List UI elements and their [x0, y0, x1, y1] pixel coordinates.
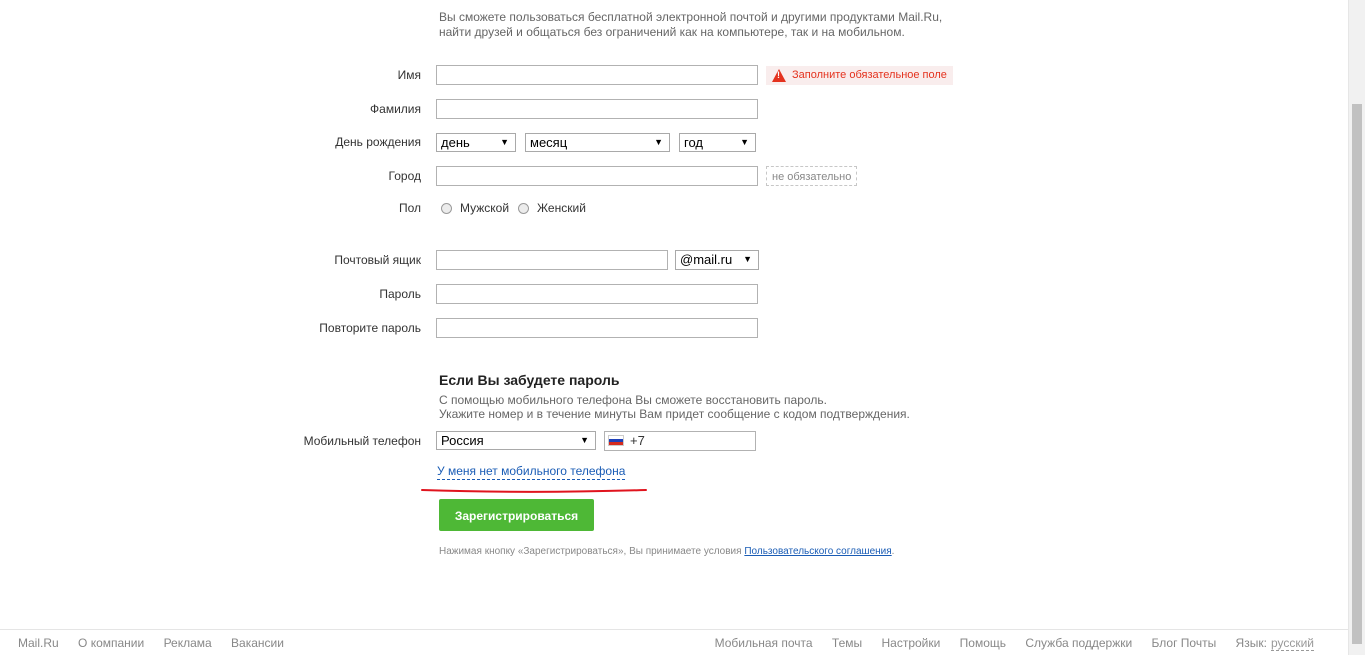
dropdown-arrow-icon: ▼: [580, 435, 589, 445]
birthday-month-value: месяц: [530, 135, 568, 150]
footer-link-mobile-mail[interactable]: Мобильная почта: [715, 636, 813, 650]
footer-link-themes[interactable]: Темы: [832, 636, 862, 650]
red-underline-annotation: [421, 489, 647, 493]
language-value[interactable]: русский: [1270, 636, 1314, 651]
no-mobile-phone-link[interactable]: У меня нет мобильного телефона: [437, 464, 626, 480]
city-optional-hint: не обязательно: [766, 166, 858, 186]
last-name-input[interactable]: [436, 99, 758, 119]
footer-link-ads[interactable]: Реклама: [164, 636, 212, 650]
gender-male-label[interactable]: Мужской: [460, 201, 509, 215]
user-agreement-link[interactable]: Пользовательского соглашения: [744, 546, 891, 557]
mobile-phone-label: Мобильный телефон: [303, 434, 421, 448]
city-input[interactable]: [436, 166, 758, 186]
dropdown-arrow-icon: ▼: [654, 137, 663, 147]
gender-female-radio[interactable]: [518, 203, 529, 214]
dropdown-arrow-icon: ▼: [500, 137, 509, 147]
phone-input[interactable]: [604, 431, 756, 451]
footer-right-links: Мобильная почта Темы Настройки Помощь Сл…: [715, 636, 1330, 651]
terms-text: Нажимая кнопку «Зарегистрироваться», Вы …: [439, 546, 894, 557]
intro-text: Вы сможете пользоваться бесплатной элект…: [439, 10, 942, 40]
birthday-label: День рождения: [335, 135, 421, 149]
first-name-error-text: Заполните обязательное поле: [792, 69, 947, 81]
scrollbar-thumb[interactable]: [1352, 104, 1362, 644]
vertical-scrollbar[interactable]: [1348, 0, 1365, 655]
terms-prefix: Нажимая кнопку «Зарегистрироваться», Вы …: [439, 546, 745, 557]
dropdown-arrow-icon: ▼: [743, 254, 752, 264]
dropdown-arrow-icon: ▼: [740, 137, 749, 147]
birthday-year-select[interactable]: год ▼: [679, 133, 756, 152]
mailbox-label: Почтовый ящик: [334, 253, 421, 267]
city-label: Город: [388, 169, 421, 183]
footer-left-links: Mail.Ru О компании Реклама Вакансии: [18, 636, 300, 650]
recovery-description: С помощью мобильного телефона Вы сможете…: [439, 393, 910, 421]
footer-link-mailru[interactable]: Mail.Ru: [18, 636, 59, 650]
first-name-input[interactable]: [436, 65, 758, 85]
phone-country-code: +7: [630, 433, 645, 448]
first-name-error-tooltip: ! Заполните обязательное поле: [766, 66, 953, 85]
terms-suffix: .: [891, 546, 895, 557]
register-button[interactable]: Зарегистрироваться: [439, 499, 594, 531]
mailbox-input[interactable]: [436, 250, 668, 270]
birthday-day-value: день: [441, 135, 470, 150]
intro-line-1: Вы сможете пользоваться бесплатной элект…: [439, 10, 943, 24]
mail-domain-select[interactable]: @mail.ru ▼: [675, 250, 759, 270]
intro-line-2: найти друзей и общаться без ограничений …: [439, 25, 905, 39]
repeat-password-label: Повторите пароль: [319, 321, 421, 335]
first-name-label: Имя: [397, 68, 421, 82]
birthday-month-select[interactable]: месяц ▼: [525, 133, 670, 152]
language-selector[interactable]: Язык: русский: [1235, 636, 1330, 651]
birthday-day-select[interactable]: день ▼: [436, 133, 516, 152]
recovery-title: Если Вы забудете пароль: [439, 372, 620, 388]
birthday-year-value: год: [684, 135, 703, 150]
country-value: Россия: [441, 433, 484, 448]
language-label: Язык:: [1235, 636, 1267, 650]
password-label: Пароль: [379, 287, 421, 301]
footer-link-blog[interactable]: Блог Почты: [1152, 636, 1217, 650]
password-input[interactable]: [436, 284, 758, 304]
russia-flag-icon: [608, 435, 624, 446]
footer-link-about[interactable]: О компании: [78, 636, 144, 650]
gender-female-label[interactable]: Женский: [537, 201, 586, 215]
footer-link-settings[interactable]: Настройки: [881, 636, 940, 650]
footer-link-jobs[interactable]: Вакансии: [231, 636, 284, 650]
gender-male-radio[interactable]: [441, 203, 452, 214]
mail-domain-value: @mail.ru: [680, 252, 733, 267]
footer-link-support[interactable]: Служба поддержки: [1025, 636, 1132, 650]
gender-label: Пол: [398, 201, 421, 215]
country-select[interactable]: Россия ▼: [436, 431, 596, 450]
recovery-text-line-2: Укажите номер и в течение минуты Вам при…: [439, 407, 910, 421]
repeat-password-input[interactable]: [436, 318, 758, 338]
footer-divider: [0, 629, 1348, 630]
footer-link-help[interactable]: Помощь: [960, 636, 1006, 650]
last-name-label: Фамилия: [370, 102, 421, 116]
recovery-text-line-1: С помощью мобильного телефона Вы сможете…: [439, 393, 827, 407]
